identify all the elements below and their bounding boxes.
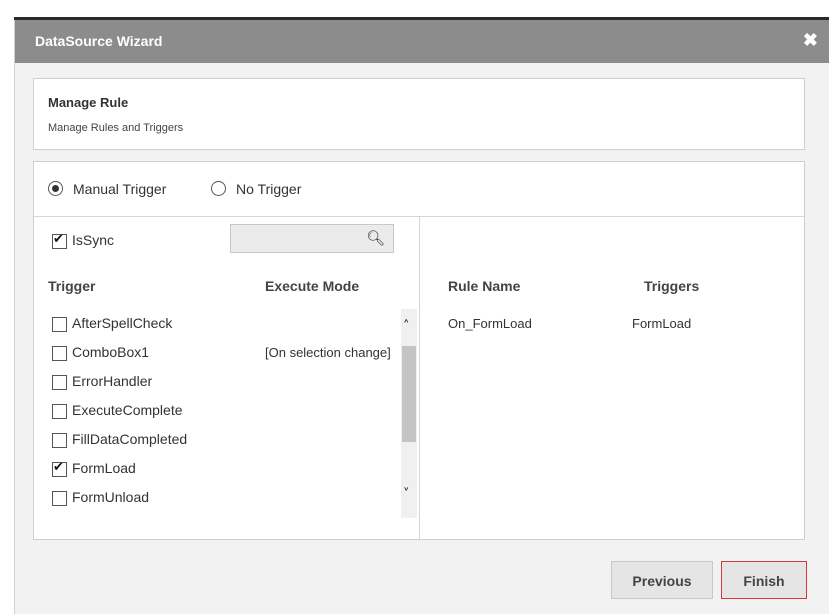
trigger-name: ComboBox1 xyxy=(72,344,150,360)
trigger-checkbox-formload[interactable] xyxy=(52,460,67,477)
manual-trigger-label[interactable]: Manual Trigger xyxy=(73,181,166,197)
manage-rule-title: Manage Rule xyxy=(48,95,129,110)
issync-checkbox[interactable] xyxy=(52,232,67,249)
trigger-list-scrollbar[interactable]: ˄ ˅ xyxy=(401,309,417,518)
trigger-name: FormLoad xyxy=(72,460,136,476)
manage-rule-header: Manage Rule Manage Rules and Triggers xyxy=(33,78,805,150)
close-icon[interactable]: ✖ xyxy=(803,30,818,51)
trigger-checkbox-afterspellcheck[interactable] xyxy=(52,317,67,332)
trigger-checkbox-executecomplete[interactable] xyxy=(52,404,67,419)
trigger-mode-row: Manual Trigger No Trigger xyxy=(34,162,804,217)
no-trigger-radio[interactable] xyxy=(211,181,226,196)
triggers-column-header: Triggers xyxy=(644,278,700,294)
panel-divider xyxy=(419,217,420,539)
rules-panel: Manual Trigger No Trigger IsSync 🔍︎ Trig… xyxy=(33,161,805,540)
manual-trigger-radio[interactable] xyxy=(48,181,63,196)
trigger-column-header: Trigger xyxy=(48,278,96,294)
chevron-up-icon[interactable]: ˄ xyxy=(403,319,410,334)
finish-button[interactable]: Finish xyxy=(721,561,807,599)
previous-button[interactable]: Previous xyxy=(611,561,713,599)
dialog-title: DataSource Wizard xyxy=(35,33,163,49)
issync-label: IsSync xyxy=(72,232,115,248)
search-input[interactable]: 🔍︎ xyxy=(230,224,394,253)
trigger-name: AfterSpellCheck xyxy=(72,315,173,331)
rule-name-column-header: Rule Name xyxy=(448,278,521,294)
chevron-down-icon[interactable]: ˅ xyxy=(403,487,410,502)
trigger-name: FormUnload xyxy=(72,489,150,505)
execute-mode-value: [On selection change] xyxy=(265,345,391,360)
trigger-checkbox-formunload[interactable] xyxy=(52,491,67,506)
top-strip xyxy=(0,0,829,22)
rule-name-value[interactable]: On_FormLoad xyxy=(448,316,532,331)
scrollbar-thumb[interactable] xyxy=(402,346,416,442)
execute-mode-column-header: Execute Mode xyxy=(265,278,360,294)
manage-rule-subtitle: Manage Rules and Triggers xyxy=(48,122,184,134)
trigger-name: ErrorHandler xyxy=(72,373,153,389)
trigger-checkbox-combobox1[interactable] xyxy=(52,346,67,361)
search-icon[interactable]: 🔍︎ xyxy=(366,229,385,247)
trigger-checkbox-errorhandler[interactable] xyxy=(52,375,67,390)
dialog-titlebar: DataSource Wizard ✖ xyxy=(15,20,829,63)
datasource-wizard-dialog: DataSource Wizard ✖ Manage Rule Manage R… xyxy=(14,20,829,614)
trigger-name: ExecuteComplete xyxy=(72,402,183,418)
no-trigger-label[interactable]: No Trigger xyxy=(236,181,301,197)
rule-triggers-value: FormLoad xyxy=(632,316,692,331)
trigger-checkbox-filldatacompleted[interactable] xyxy=(52,433,67,448)
trigger-name: FillDataCompleted xyxy=(72,431,188,447)
